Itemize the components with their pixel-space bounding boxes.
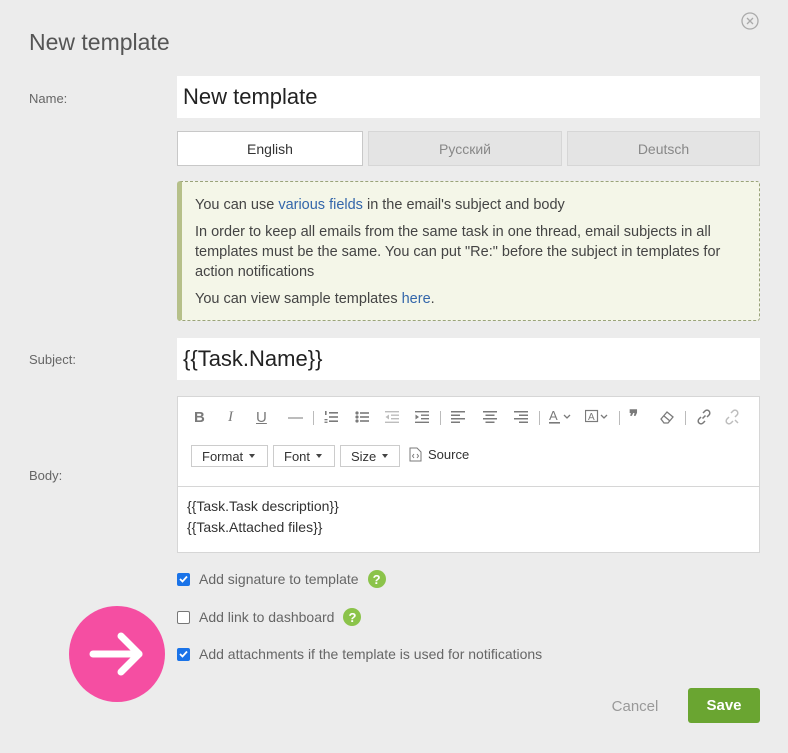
text-color-icon[interactable]: A (549, 407, 575, 427)
dialog-title: New template (29, 29, 170, 55)
info-text: in the email's subject and body (362, 197, 565, 213)
align-center-icon[interactable] (483, 407, 497, 427)
editor-toolbar: B I U — A A ❞ Format Font Size Source (177, 396, 760, 487)
attachments-option-label: Add attachments if the template is used … (199, 646, 543, 662)
link-icon[interactable] (696, 407, 712, 427)
toolbar-separator (619, 411, 620, 425)
check-icon (179, 575, 188, 583)
toolbar-separator (539, 411, 540, 425)
body-label: Body: (29, 468, 63, 483)
bullet-list-icon[interactable] (355, 407, 369, 427)
dashboard-link-checkbox[interactable] (177, 610, 190, 624)
body-line: {{Task.Task description}} (187, 498, 339, 514)
size-dropdown[interactable]: Size (340, 445, 400, 467)
toolbar-separator (440, 411, 441, 425)
source-icon (409, 447, 422, 462)
font-dropdown-label: Font (284, 448, 311, 464)
cancel-button[interactable]: Cancel (606, 695, 664, 717)
italic-icon[interactable]: I (228, 407, 233, 427)
tab-russian[interactable]: Русский (368, 131, 562, 166)
info-text: You can view sample templates (195, 291, 402, 307)
tab-english[interactable]: English (177, 131, 363, 166)
svg-text:A: A (549, 409, 558, 423)
blockquote-icon[interactable]: ❞ (629, 407, 638, 427)
bold-icon[interactable]: B (194, 407, 205, 427)
option-add-signature: Add signature to template ? (177, 570, 386, 588)
info-box: You can use various fields in the email'… (177, 181, 760, 321)
horizontal-rule-icon[interactable]: — (288, 407, 303, 427)
help-icon[interactable]: ? (367, 570, 386, 588)
indent-icon[interactable] (415, 407, 429, 427)
name-label: Name: (29, 91, 68, 106)
align-left-icon[interactable] (451, 407, 465, 427)
save-button[interactable]: Save (688, 688, 760, 723)
chevron-down-icon (316, 454, 323, 458)
info-text: . (430, 291, 435, 307)
body-line: {{Task.Attached files}} (187, 519, 323, 535)
info-thread-note: In order to keep all emails from the sam… (195, 224, 721, 280)
signature-option-label: Add signature to template (199, 571, 359, 587)
arrow-right-icon (89, 632, 143, 676)
help-icon[interactable]: ? (343, 608, 362, 626)
format-dropdown[interactable]: Format (191, 445, 268, 467)
check-icon (179, 650, 188, 658)
unlink-icon[interactable] (724, 407, 740, 427)
info-fields-line: You can use various fields in the email'… (195, 195, 745, 215)
svg-text:A: A (588, 412, 595, 423)
name-input[interactable] (177, 76, 760, 118)
body-editor[interactable]: {{Task.Task description}} {{Task.Attache… (177, 487, 760, 553)
signature-checkbox[interactable] (177, 572, 190, 586)
close-icon[interactable] (741, 12, 759, 30)
size-dropdown-label: Size (351, 448, 377, 464)
chevron-down-icon (382, 454, 389, 458)
subject-input[interactable] (177, 338, 760, 380)
option-add-attachments: Add attachments if the template is used … (177, 646, 542, 662)
sample-templates-link[interactable]: here (402, 291, 431, 307)
info-text: You can use (195, 197, 279, 213)
subject-label: Subject: (29, 352, 76, 367)
align-right-icon[interactable] (514, 407, 528, 427)
chevron-down-icon (249, 454, 256, 458)
outdent-icon[interactable] (385, 407, 399, 427)
tab-german[interactable]: Deutsch (567, 131, 760, 166)
option-add-dashboard-link: Add link to dashboard ? (177, 608, 362, 626)
arrow-marker (69, 606, 165, 702)
underline-icon[interactable]: U (256, 407, 267, 427)
numbered-list-icon[interactable] (324, 407, 338, 427)
source-button[interactable]: Source (409, 447, 469, 462)
various-fields-link[interactable]: various fields (278, 197, 363, 213)
attachments-checkbox[interactable] (177, 647, 190, 661)
font-dropdown[interactable]: Font (273, 445, 335, 467)
info-samples-line: You can view sample templates here. (195, 289, 745, 309)
dashboard-option-label: Add link to dashboard (199, 609, 335, 625)
toolbar-separator (685, 411, 686, 425)
format-dropdown-label: Format (202, 448, 244, 464)
toolbar-separator (313, 411, 314, 425)
source-label: Source (428, 447, 470, 462)
background-color-icon[interactable]: A (585, 407, 613, 427)
eraser-icon[interactable] (660, 407, 675, 427)
